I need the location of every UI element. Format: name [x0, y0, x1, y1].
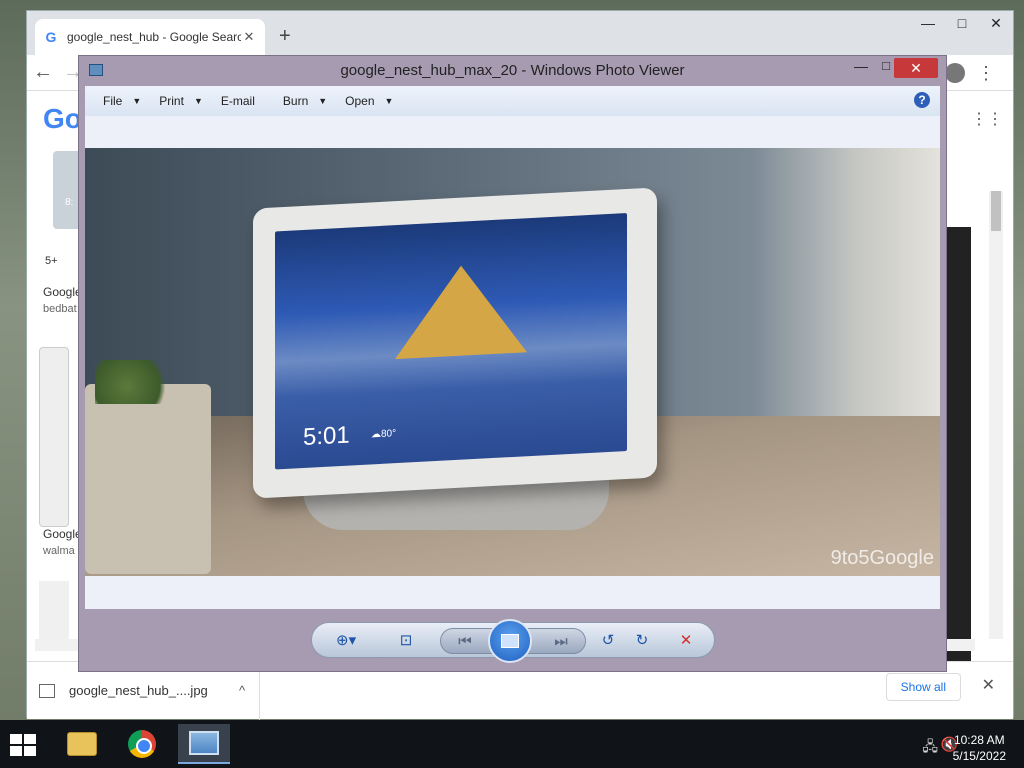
window-title: google_nest_hub_max_20 - Windows Photo V… — [340, 62, 685, 79]
scrollbar-thumb[interactable] — [991, 191, 1001, 231]
folder-icon — [67, 732, 97, 756]
vertical-scrollbar[interactable] — [989, 191, 1003, 639]
tab-close-icon[interactable]: ✕ — [241, 29, 257, 45]
menu-email[interactable]: E-mail — [221, 94, 255, 108]
chrome-menu-icon[interactable]: ⋮ — [977, 63, 995, 84]
menu-label: E-mail — [220, 94, 255, 108]
close-button[interactable]: ✕ — [979, 11, 1013, 37]
back-arrow-icon[interactable]: ← — [33, 61, 53, 84]
menu-label: Burn — [282, 94, 309, 108]
dropdown-arrow-icon: ▼ — [193, 96, 203, 106]
dropdown-arrow-icon: ▼ — [384, 96, 394, 106]
photo-viewer-menubar: File ▼ Print ▼ E-mail Burn ▼ Open ▼ ? — [85, 86, 940, 116]
photo-plant — [95, 360, 175, 404]
google-logo[interactable]: Go — [43, 103, 82, 135]
photo-viewer-icon — [189, 731, 219, 755]
photo-viewer-titlebar[interactable]: google_nest_hub_max_20 - Windows Photo V… — [79, 56, 946, 86]
rotate-counterclockwise-icon[interactable]: ↺ — [598, 631, 618, 649]
help-icon[interactable]: ? — [914, 92, 930, 108]
next-icon[interactable]: ⏭ — [551, 633, 571, 650]
actual-size-icon[interactable]: ⊡ — [396, 631, 416, 649]
close-button[interactable]: ✕ — [894, 58, 938, 78]
menu-label: Open — [345, 94, 375, 108]
result-title[interactable]: Google — [43, 285, 82, 299]
image-canvas: 5:01 ☁80° 9to5Google — [85, 116, 940, 609]
tab-google-search[interactable]: G google_nest_hub - Google Search ✕ — [35, 19, 265, 55]
viewer-control-bar: ⊕▾ ⊡ ⏮ ⏭ ↺ ↻ ✕ — [311, 619, 715, 663]
maximize-button[interactable]: □ — [945, 11, 979, 37]
menu-open[interactable]: Open ▼ — [345, 94, 393, 108]
image-file-icon — [39, 683, 55, 698]
zoom-icon[interactable]: ⊕▾ — [336, 631, 356, 649]
photo-watermark: 9to5Google — [830, 547, 934, 569]
tab-title: google_nest_hub - Google Search — [67, 30, 241, 44]
menu-label: File — [103, 94, 123, 108]
displayed-photo: 5:01 ☁80° 9to5Google — [85, 148, 940, 576]
photo-viewer-window: google_nest_hub_max_20 - Windows Photo V… — [78, 55, 947, 672]
photo-weather: ☁80° — [371, 428, 397, 441]
new-tab-button[interactable]: + — [279, 25, 291, 48]
menu-file[interactable]: File ▼ — [103, 94, 141, 108]
windows-logo-icon[interactable] — [10, 734, 38, 756]
menu-label: Print — [159, 94, 184, 108]
photo-nest-hub-device: 5:01 ☁80° — [253, 187, 657, 499]
minimize-button[interactable]: — — [854, 58, 868, 74]
photo-louvre-pyramid — [395, 262, 527, 360]
taskbar-file-explorer[interactable] — [56, 724, 108, 764]
previous-icon[interactable]: ⏮ — [455, 633, 475, 650]
download-bar-close-icon[interactable]: ✕ — [982, 675, 995, 695]
thumbnail-time: 8: — [65, 197, 74, 208]
photo-hub-screen: 5:01 ☁80° — [275, 212, 627, 470]
minimize-button[interactable]: — — [911, 11, 945, 37]
slideshow-icon — [501, 634, 519, 648]
clock-time: 10:28 AM — [953, 733, 1005, 747]
result-thumbnail[interactable] — [39, 347, 69, 527]
chevron-up-icon[interactable]: ^ — [239, 683, 245, 698]
photo-clock: 5:01 — [303, 421, 350, 451]
taskbar-photo-viewer[interactable] — [178, 724, 230, 764]
tag-label: 5+ — [45, 255, 58, 267]
apps-grid-icon[interactable]: ⋮⋮ — [971, 109, 1003, 129]
menu-print[interactable]: Print ▼ — [159, 94, 203, 108]
show-all-button[interactable]: Show all — [885, 673, 961, 701]
network-icon[interactable]: 🖧 — [922, 736, 938, 760]
rotate-clockwise-icon[interactable]: ↻ — [632, 631, 652, 649]
delete-icon[interactable]: ✕ — [676, 631, 696, 649]
taskbar-chrome[interactable] — [116, 724, 168, 764]
result-title[interactable]: Google — [43, 527, 82, 541]
download-filename[interactable]: google_nest_hub_....jpg — [69, 683, 229, 698]
dropdown-arrow-icon: ▼ — [318, 96, 328, 106]
photo-planter — [85, 384, 211, 574]
result-source: walma — [43, 545, 75, 557]
windows-taskbar: 🖧 🔇 10:28 AM 5/15/2022 — [0, 720, 1024, 768]
profile-avatar[interactable] — [945, 63, 965, 83]
chrome-window-controls: — □ ✕ — [911, 11, 1013, 37]
chrome-icon — [128, 730, 156, 758]
result-source: bedbat — [43, 303, 77, 315]
dropdown-arrow-icon: ▼ — [132, 96, 142, 106]
clock-date: 5/15/2022 — [952, 749, 1006, 763]
system-clock[interactable]: 10:28 AM 5/15/2022 — [953, 732, 1006, 764]
chrome-tab-strip: G google_nest_hub - Google Search ✕ + — … — [27, 11, 1013, 55]
menu-burn[interactable]: Burn ▼ — [283, 94, 327, 108]
slideshow-button[interactable] — [488, 619, 532, 663]
google-favicon-icon: G — [45, 29, 57, 45]
maximize-button[interactable]: □ — [882, 58, 890, 73]
